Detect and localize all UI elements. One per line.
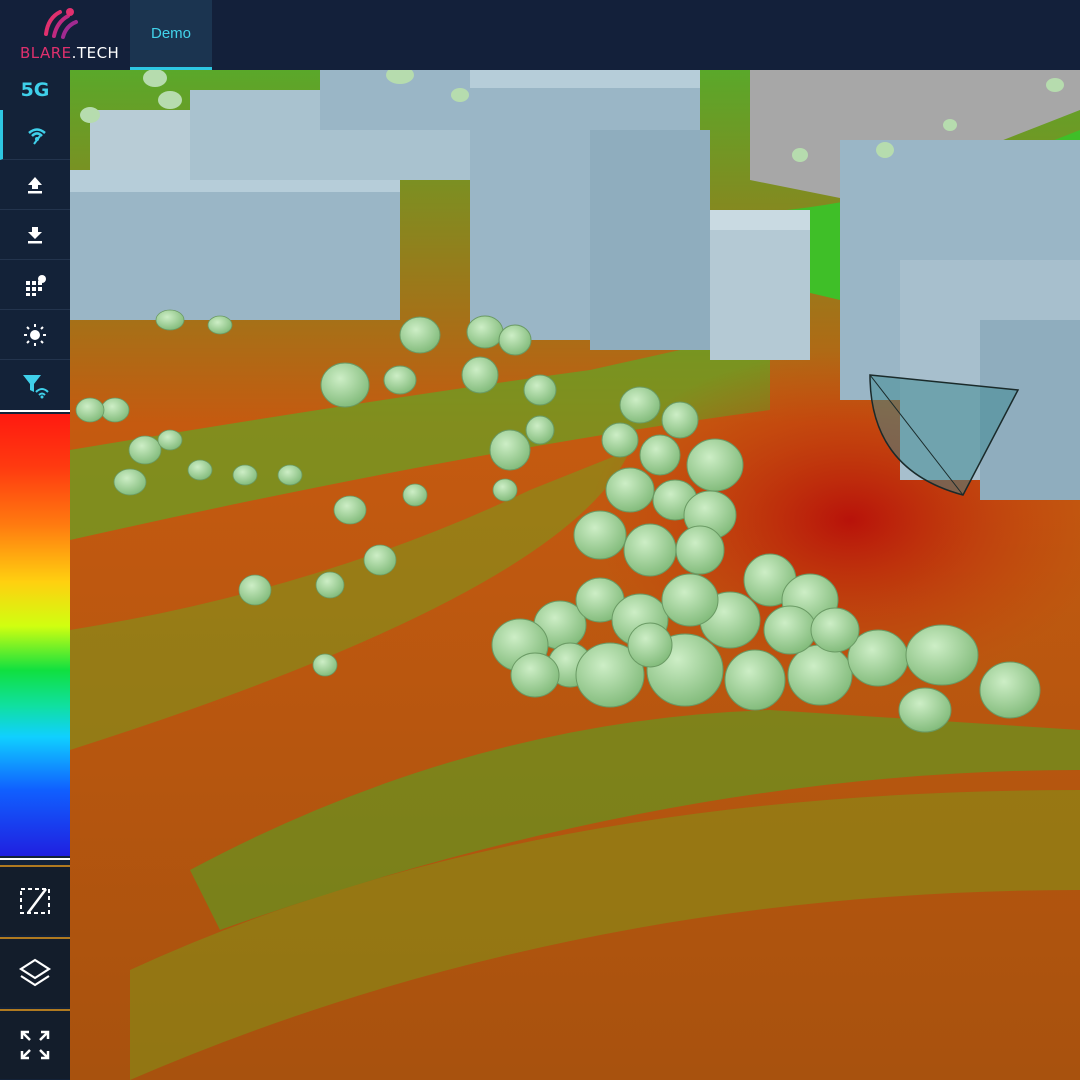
fullscreen-button[interactable] xyxy=(0,1009,70,1079)
download-icon xyxy=(28,226,42,243)
grid-settings-button[interactable] xyxy=(0,260,70,310)
upload-button[interactable] xyxy=(0,160,70,210)
map-3d-view[interactable] xyxy=(70,70,1080,1080)
network-type-label[interactable]: 5G xyxy=(0,70,70,110)
draw-area-icon xyxy=(20,888,50,914)
logo[interactable]: BLARE.TECH xyxy=(0,0,128,70)
download-button[interactable] xyxy=(0,210,70,260)
draw-area-button[interactable] xyxy=(0,865,70,935)
tab-demo[interactable]: Demo xyxy=(130,0,212,70)
legend-gradient xyxy=(0,414,70,856)
top-bar: BLARE.TECH Demo xyxy=(0,0,1080,70)
signal-button[interactable] xyxy=(0,110,70,160)
fullscreen-icon xyxy=(20,1030,50,1060)
layers-icon xyxy=(18,958,52,987)
legend-top-line xyxy=(0,410,70,412)
signal-icon xyxy=(27,127,46,145)
brightness-icon xyxy=(24,323,46,346)
signal-filter-button[interactable] xyxy=(0,360,70,410)
signal-color-legend xyxy=(0,410,70,865)
signal-filter-icon xyxy=(23,375,49,399)
brightness-button[interactable] xyxy=(0,310,70,360)
sidebar: 5G xyxy=(0,70,70,1080)
layers-button[interactable] xyxy=(0,937,70,1007)
logo-mark-icon xyxy=(44,8,78,39)
coverage-map-canvas[interactable] xyxy=(70,70,1080,1080)
grid-settings-icon xyxy=(26,274,46,296)
logo-text: BLARE.TECH xyxy=(20,44,120,62)
upload-icon xyxy=(28,176,42,193)
legend-bottom-line xyxy=(0,858,70,860)
